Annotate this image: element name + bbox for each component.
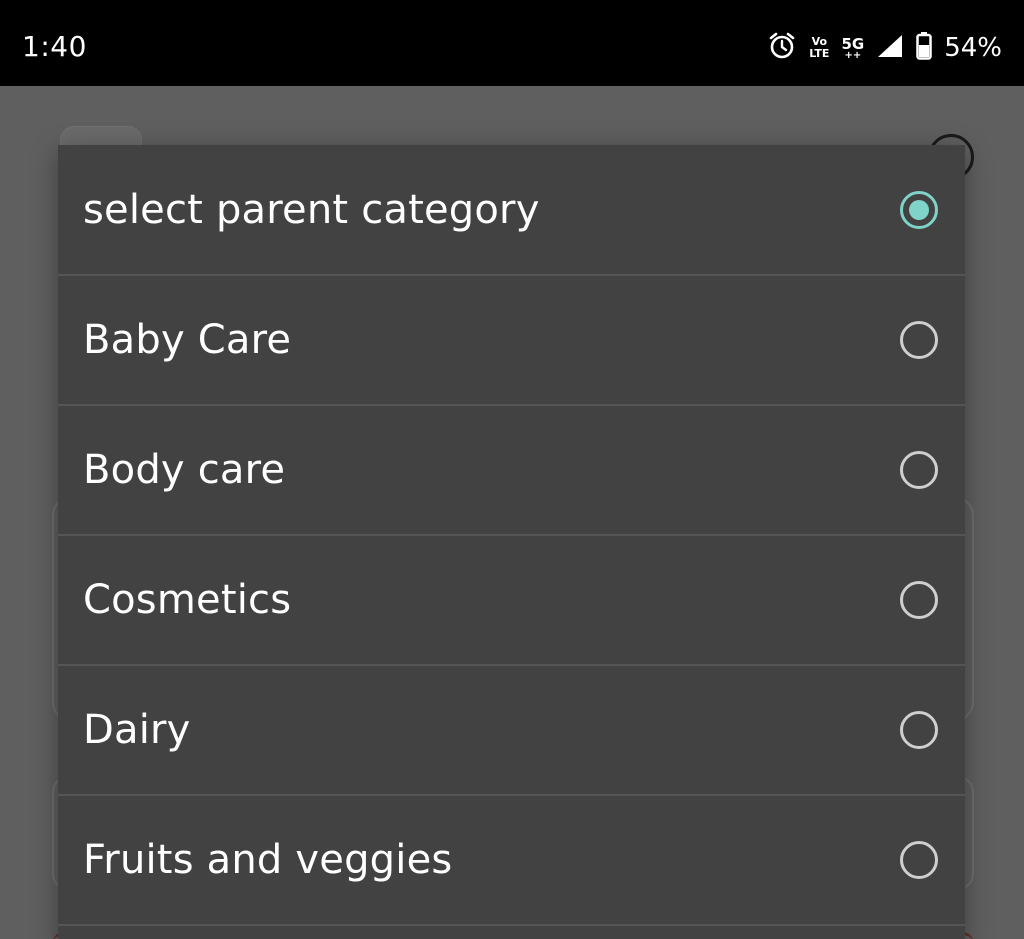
option-label: Cosmetics: [83, 577, 292, 623]
volte-indicator: Vo LTE: [809, 36, 829, 60]
radio-unchecked-icon[interactable]: [900, 451, 938, 489]
option-label: Dairy: [83, 707, 191, 753]
status-bar: 1:40 Vo LTE 5G ++ 54%: [0, 0, 1024, 86]
option-label: Baby Care: [83, 317, 292, 363]
category-select-dialog: select parent category Baby Care Body ca…: [58, 145, 965, 939]
alarm-icon: [767, 31, 797, 65]
option-fruits-and-veggies[interactable]: Fruits and veggies: [58, 796, 965, 926]
option-baby-care[interactable]: Baby Care: [58, 276, 965, 406]
status-time: 1:40: [22, 30, 87, 63]
radio-unchecked-icon[interactable]: [900, 581, 938, 619]
radio-unchecked-icon[interactable]: [900, 321, 938, 359]
network-sub: ++: [844, 50, 862, 61]
radio-unchecked-icon[interactable]: [900, 711, 938, 749]
option-label: Body care: [83, 447, 286, 493]
signal-icon: [876, 33, 904, 63]
screen: 1:40 Vo LTE 5G ++ 54% select parent cate…: [0, 0, 1024, 939]
option-label: Fruits and veggies: [83, 837, 453, 883]
battery-icon: [916, 32, 932, 64]
battery-percentage: 54%: [944, 33, 1002, 63]
status-icons: Vo LTE 5G ++ 54%: [767, 28, 1002, 68]
radio-unchecked-icon[interactable]: [900, 841, 938, 879]
network-type: 5G ++: [841, 36, 864, 61]
option-label: select parent category: [83, 186, 540, 233]
option-body-care[interactable]: Body care: [58, 406, 965, 536]
option-select-parent-category[interactable]: select parent category: [58, 145, 965, 276]
option-cosmetics[interactable]: Cosmetics: [58, 536, 965, 666]
radio-checked-icon[interactable]: [900, 190, 938, 229]
option-dairy[interactable]: Dairy: [58, 666, 965, 796]
volte-bottom: LTE: [809, 47, 830, 60]
